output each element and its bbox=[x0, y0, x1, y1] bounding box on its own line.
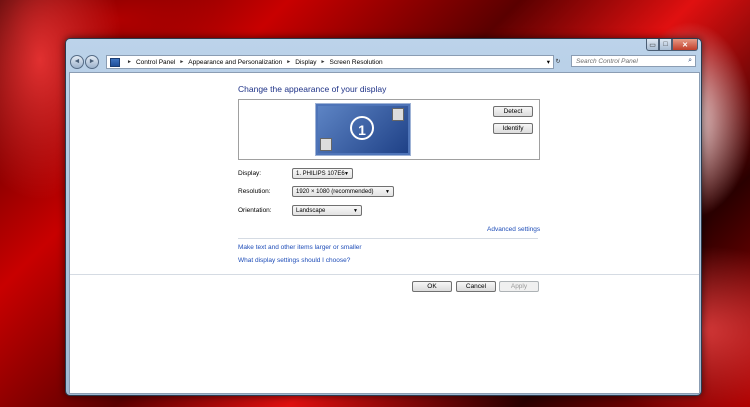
chevron-down-icon: ▼ bbox=[344, 171, 349, 177]
detect-button[interactable]: Detect bbox=[493, 106, 533, 117]
orientation-select[interactable]: Landscape ▼ bbox=[292, 205, 362, 216]
display-settings-help-link[interactable]: What display settings should I choose? bbox=[238, 257, 350, 264]
navigation-bar: ◄ ► ► Control Panel ► Appearance and Per… bbox=[70, 55, 697, 69]
mini-window-icon bbox=[392, 108, 404, 121]
chevron-down-icon: ▼ bbox=[385, 189, 390, 195]
identify-button[interactable]: Identify bbox=[493, 123, 533, 134]
breadcrumb-separator: ► bbox=[286, 59, 292, 65]
monitor-1-icon[interactable]: 1 bbox=[315, 103, 411, 156]
address-dropdown-icon[interactable]: ▾ bbox=[547, 58, 550, 66]
resolution-label: Resolution: bbox=[238, 188, 271, 195]
apply-button[interactable]: Apply bbox=[499, 281, 539, 292]
resolution-value: 1920 × 1080 (recommended) bbox=[296, 188, 374, 195]
breadcrumb-separator: ► bbox=[320, 59, 326, 65]
divider bbox=[238, 238, 538, 239]
monitor-preview-panel: 1 Detect Identify bbox=[238, 99, 540, 160]
refresh-icon[interactable]: ↻ bbox=[552, 55, 564, 67]
back-button[interactable]: ◄ bbox=[70, 55, 84, 69]
search-input[interactable]: Search Control Panel ⌕ bbox=[571, 55, 696, 67]
resolution-select[interactable]: 1920 × 1080 (recommended) ▼ bbox=[292, 186, 394, 197]
display-value: 1. PHILIPS 107E6 bbox=[296, 170, 345, 177]
footer-divider bbox=[70, 274, 699, 275]
advanced-settings-link[interactable]: Advanced settings bbox=[487, 226, 540, 233]
monitor-number: 1 bbox=[350, 116, 374, 140]
breadcrumb-separator: ► bbox=[179, 59, 185, 65]
address-bar[interactable]: ► Control Panel ► Appearance and Persona… bbox=[106, 55, 554, 69]
breadcrumb-appearance[interactable]: Appearance and Personalization bbox=[188, 59, 282, 66]
maximize-button[interactable]: □ bbox=[659, 39, 672, 51]
page-title: Change the appearance of your display bbox=[238, 84, 387, 94]
orientation-value: Landscape bbox=[296, 207, 326, 214]
search-icon[interactable]: ⌕ bbox=[688, 57, 692, 65]
screen-resolution-window: ▭ □ ✕ ◄ ► ► Control Panel ► Appearance a… bbox=[65, 38, 702, 396]
ok-button[interactable]: OK bbox=[412, 281, 452, 292]
display-label: Display: bbox=[238, 170, 262, 177]
breadcrumb-separator: ► bbox=[127, 59, 132, 65]
mini-window-icon bbox=[320, 138, 332, 151]
content-pane: Change the appearance of your display 1 … bbox=[69, 72, 700, 394]
breadcrumb-display[interactable]: Display bbox=[295, 59, 316, 66]
forward-button[interactable]: ► bbox=[85, 55, 99, 69]
breadcrumb-screen-resolution[interactable]: Screen Resolution bbox=[329, 59, 382, 66]
orientation-label: Orientation: bbox=[238, 207, 272, 214]
close-button[interactable]: ✕ bbox=[672, 39, 698, 51]
cancel-button[interactable]: Cancel bbox=[456, 281, 496, 292]
breadcrumb-control-panel[interactable]: Control Panel bbox=[136, 59, 175, 66]
text-size-link[interactable]: Make text and other items larger or smal… bbox=[238, 244, 362, 251]
display-select[interactable]: 1. PHILIPS 107E6 ▼ bbox=[292, 168, 353, 179]
chevron-down-icon: ▼ bbox=[353, 208, 358, 214]
control-panel-icon bbox=[110, 57, 120, 67]
minimize-button[interactable]: ▭ bbox=[646, 39, 659, 51]
search-placeholder: Search Control Panel bbox=[576, 57, 638, 65]
caption-buttons: ▭ □ ✕ bbox=[646, 39, 698, 51]
